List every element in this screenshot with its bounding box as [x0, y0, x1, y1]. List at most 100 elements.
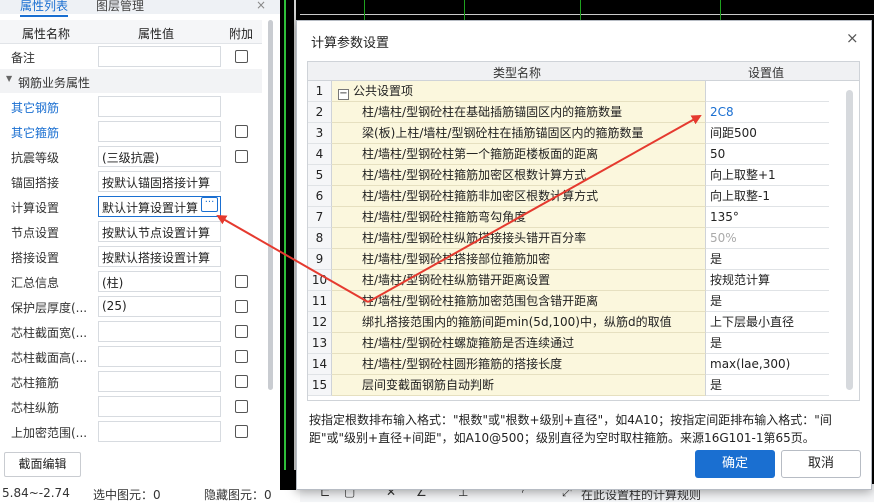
canvas-line: [364, 0, 365, 20]
property-value-field[interactable]: [98, 121, 221, 142]
dialog-close-icon[interactable]: ×: [846, 29, 859, 47]
param-value-cell[interactable]: 间距500: [706, 123, 829, 144]
extra-checkbox[interactable]: [235, 400, 248, 413]
property-row[interactable]: 保护层厚度(... (25): [0, 294, 262, 319]
property-grid-header: 属性名称 属性值 附加: [0, 20, 262, 44]
extra-checkbox[interactable]: [235, 275, 248, 288]
param-name-cell: 绑扎搭接范围内的箍筋间距min(5d,100)中，纵筋d的取值: [332, 312, 706, 333]
property-value-field[interactable]: 按默认锚固搭接计算: [98, 171, 221, 192]
tab-layer-management[interactable]: 图层管理: [96, 0, 144, 14]
param-value-cell[interactable]: 50%: [706, 228, 829, 249]
property-value-field[interactable]: [98, 46, 221, 67]
extra-checkbox[interactable]: [235, 425, 248, 438]
property-row[interactable]: 锚固搭接 按默认锚固搭接计算: [0, 169, 262, 194]
panel-tabs: 属性列表 图层管理 ×: [0, 0, 280, 17]
property-value-field[interactable]: (25): [98, 296, 221, 317]
param-value-cell[interactable]: 上下层最小直径: [706, 312, 829, 333]
param-row[interactable]: 11 柱/墙柱/型钢砼柱箍筋加密范围包含错开距离是: [308, 291, 829, 312]
param-row[interactable]: 2 柱/墙柱/型钢砼柱在基础插筋锚固区内的箍筋数量 2C8: [308, 102, 829, 123]
row-number: 9: [308, 249, 332, 270]
extra-checkbox[interactable]: [235, 350, 248, 363]
param-name-cell: 层间变截面钢筋自动判断: [332, 375, 706, 396]
tab-property-list[interactable]: 属性列表: [20, 0, 69, 17]
property-value-field[interactable]: [98, 96, 221, 117]
param-value-cell[interactable]: 是: [706, 249, 829, 270]
param-name-cell: 柱/墙柱/型钢砼柱圆形箍筋的搭接长度: [332, 354, 706, 375]
param-value-cell[interactable]: 是: [706, 333, 829, 354]
parameter-description: 按指定根数排布输入格式："根数"或"根数+级别+直径"，如4A10；按指定间距排…: [309, 413, 832, 445]
dialog-title: 计算参数设置: [311, 36, 390, 51]
ok-button[interactable]: 确定: [695, 450, 775, 478]
param-row[interactable]: 3 梁(板)上柱/墙柱/型钢砼柱在插筋锚固区内的箍筋数量 间距500: [308, 123, 829, 144]
param-value-cell[interactable]: 按规范计算: [706, 270, 829, 291]
property-value-field[interactable]: [98, 321, 221, 342]
ellipsis-button[interactable]: ···: [201, 197, 218, 212]
param-row[interactable]: 15 层间变截面钢筋自动判断是: [308, 375, 829, 396]
property-row[interactable]: 芯柱纵筋: [0, 394, 262, 419]
param-value-cell[interactable]: 135°: [706, 207, 829, 228]
property-row[interactable]: 计算设置 默认计算设置计算: [0, 194, 262, 219]
param-row[interactable]: 8 柱/墙柱/型钢砼柱纵筋搭接接头错开百分率 50%: [308, 228, 829, 249]
extra-checkbox[interactable]: [235, 125, 248, 138]
param-row[interactable]: 7 柱/墙柱/型钢砼柱箍筋弯勾角度 135°: [308, 207, 829, 228]
property-row[interactable]: 节点设置 按默认节点设置计算: [0, 219, 262, 244]
panel-scrollbar[interactable]: [268, 20, 273, 390]
property-row[interactable]: 芯柱截面高(...: [0, 344, 262, 369]
property-row[interactable]: 其它钢筋: [0, 94, 262, 119]
param-row[interactable]: 4 柱/墙柱/型钢砼柱第一个箍筋距楼板面的距离 50: [308, 144, 829, 165]
property-value-field[interactable]: (三级抗震): [98, 146, 221, 167]
collapse-minus-icon[interactable]: −: [338, 89, 349, 100]
property-row[interactable]: 抗震等级 (三级抗震): [0, 144, 262, 169]
section-label: 钢筋业务属性: [18, 76, 91, 90]
property-row[interactable]: 芯柱截面宽(...: [0, 319, 262, 344]
property-row[interactable]: 上加密范围(...: [0, 419, 262, 444]
param-row[interactable]: 12 绑扎搭接范围内的箍筋间距min(5d,100)中，纵筋d的取值 上下层最小直径: [308, 312, 829, 333]
param-row[interactable]: 13 柱/墙柱/型钢砼柱螺旋箍筋是否连续通过是: [308, 333, 829, 354]
property-row[interactable]: 备注: [0, 44, 262, 69]
param-row[interactable]: 14 柱/墙柱/型钢砼柱圆形箍筋的搭接长度 max(lae,300): [308, 354, 829, 375]
property-value-field[interactable]: [98, 346, 221, 367]
property-name: 计算设置: [11, 201, 60, 215]
cancel-button[interactable]: 取消: [781, 450, 861, 478]
extra-checkbox[interactable]: [235, 300, 248, 313]
param-row[interactable]: 5 柱/墙柱/型钢砼柱箍筋加密区根数计算方式 向上取整+1: [308, 165, 829, 186]
column-type-name: 类型名称: [493, 66, 542, 80]
property-row[interactable]: 其它箍筋: [0, 119, 262, 144]
property-row[interactable]: 汇总信息 (柱): [0, 269, 262, 294]
section-rebar-properties[interactable]: ▼ 钢筋业务属性: [0, 69, 262, 93]
section-edit-button[interactable]: 截面编辑: [4, 452, 81, 477]
group-value-cell: [706, 81, 829, 102]
param-row[interactable]: 9 柱/墙柱/型钢砼柱搭接部位箍筋加密是: [308, 249, 829, 270]
param-row[interactable]: 6 柱/墙柱/型钢砼柱箍筋非加密区根数计算方式 向上取整-1: [308, 186, 829, 207]
param-value-cell[interactable]: 向上取整-1: [706, 186, 829, 207]
property-value-field[interactable]: [98, 421, 221, 442]
status-coords: 5.84~-2.74: [2, 486, 70, 500]
property-value-field[interactable]: [98, 371, 221, 392]
table-scrollbar[interactable]: [846, 90, 853, 390]
param-value-cell[interactable]: 是: [706, 375, 829, 396]
extra-checkbox[interactable]: [235, 325, 248, 338]
panel-close-icon[interactable]: ×: [256, 0, 266, 12]
property-row[interactable]: 芯柱箍筋: [0, 369, 262, 394]
extra-checkbox[interactable]: [235, 50, 248, 63]
group-row[interactable]: 1 − 公共设置项: [308, 81, 829, 102]
param-value-cell[interactable]: 2C8: [706, 102, 829, 123]
property-value-field[interactable]: 按默认节点设置计算: [98, 221, 221, 242]
extra-checkbox[interactable]: [235, 375, 248, 388]
column-setting-value: 设置值: [748, 66, 785, 80]
param-value-cell[interactable]: 向上取整+1: [706, 165, 829, 186]
property-value-field[interactable]: 按默认搭接设置计算: [98, 246, 221, 267]
collapse-caret-icon[interactable]: ▼: [6, 74, 12, 83]
row-number: 1: [308, 81, 332, 102]
param-value-cell[interactable]: max(lae,300): [706, 354, 829, 375]
row-number: 3: [308, 123, 332, 144]
property-value-field[interactable]: (柱): [98, 271, 221, 292]
header-property-name: 属性名称: [22, 27, 71, 41]
property-value-field[interactable]: [98, 396, 221, 417]
param-value-cell[interactable]: 50: [706, 144, 829, 165]
extra-checkbox[interactable]: [235, 150, 248, 163]
param-value-cell[interactable]: 是: [706, 291, 829, 312]
row-number: 10: [308, 270, 332, 291]
param-row[interactable]: 10 柱/墙柱/型钢砼柱纵筋错开距离设置 按规范计算: [308, 270, 829, 291]
property-row[interactable]: 搭接设置 按默认搭接设置计算: [0, 244, 262, 269]
